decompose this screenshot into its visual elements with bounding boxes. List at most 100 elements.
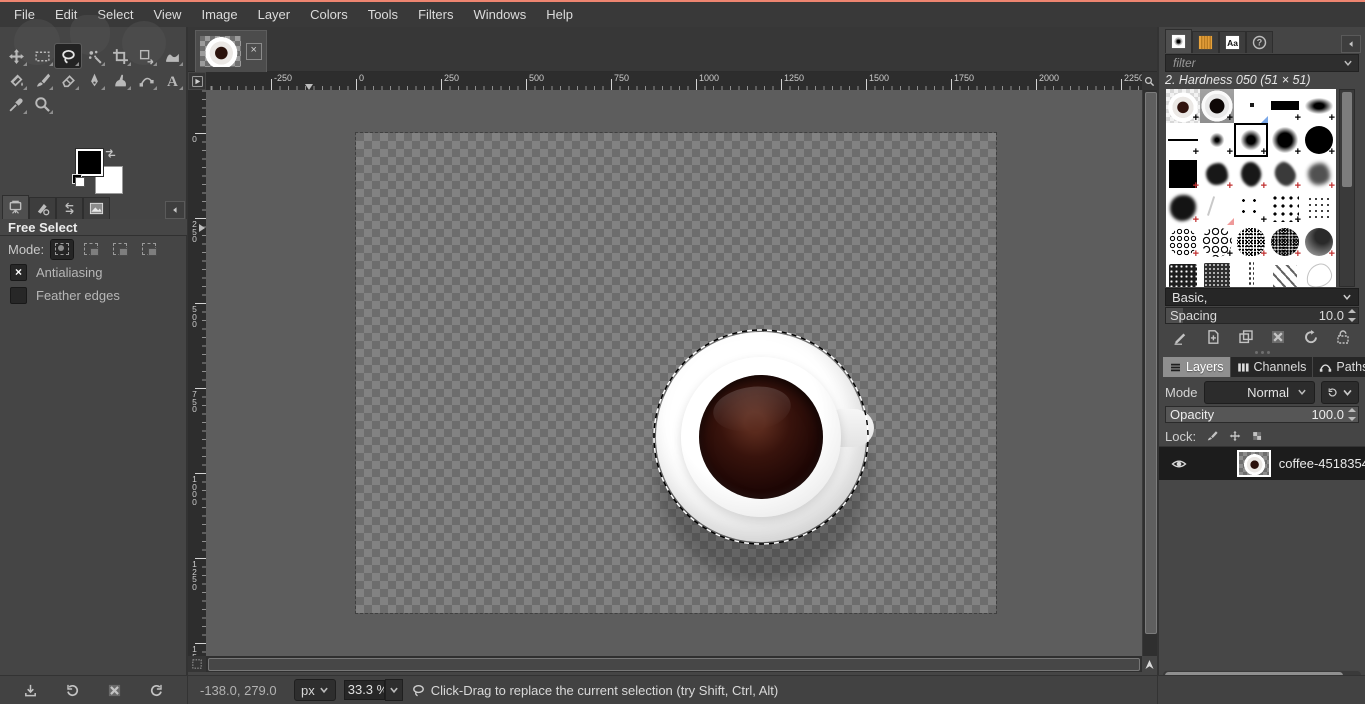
horizontal-ruler[interactable]: -2500250500750100012501500175020002250 bbox=[206, 72, 1142, 90]
layer-row[interactable]: coffee-4518354. bbox=[1159, 447, 1365, 480]
tool-unified-transform[interactable] bbox=[133, 44, 159, 68]
zoom-follow-window-button[interactable] bbox=[1142, 72, 1157, 90]
brush-thin-line[interactable]: + bbox=[1166, 123, 1200, 157]
dialog-tab-channels[interactable]: Channels bbox=[1231, 357, 1313, 377]
brush-acrylic-3[interactable]: + bbox=[1268, 157, 1302, 191]
lock-alpha-button[interactable] bbox=[1251, 429, 1265, 443]
brush-chalk-02[interactable]: + bbox=[1268, 225, 1302, 259]
lock-pixels-button[interactable] bbox=[1205, 429, 1219, 443]
vertical-ruler[interactable]: 0250500750100012501500 bbox=[188, 90, 206, 656]
dockable-tab-images[interactable] bbox=[83, 197, 110, 219]
tool-fuzzy-select[interactable] bbox=[81, 44, 107, 68]
brush-texture-01[interactable] bbox=[1166, 259, 1200, 287]
duplicate-brush-button[interactable] bbox=[1238, 329, 1254, 345]
brush-grass[interactable] bbox=[1234, 259, 1268, 287]
brushes-panel-menu-button[interactable] bbox=[1341, 35, 1361, 53]
brush-tag-dropdown[interactable]: Basic, bbox=[1165, 288, 1359, 306]
brush-hardness-050[interactable]: + bbox=[1234, 123, 1268, 157]
menu-help[interactable]: Help bbox=[536, 4, 583, 25]
dialog-tab-document-history[interactable]: ? bbox=[1246, 31, 1273, 53]
brush-acrylic-1[interactable]: + bbox=[1200, 157, 1234, 191]
image-canvas[interactable] bbox=[356, 133, 996, 613]
brush-grid-scrollbar-thumb[interactable] bbox=[1342, 92, 1352, 187]
dialog-tab-layers[interactable]: Layers bbox=[1163, 357, 1230, 377]
dockable-tab-undo-history[interactable] bbox=[56, 197, 83, 219]
open-brush-as-image-button[interactable] bbox=[1335, 329, 1351, 345]
brush-filter-input[interactable] bbox=[1171, 55, 1343, 71]
tool-bucket-fill[interactable] bbox=[3, 68, 29, 92]
menu-tools[interactable]: Tools bbox=[358, 4, 408, 25]
brush-sketch[interactable] bbox=[1302, 259, 1336, 287]
default-colors-icon[interactable] bbox=[72, 174, 85, 187]
brush-hardness-075[interactable]: + bbox=[1268, 123, 1302, 157]
brush-cell-01[interactable]: + bbox=[1166, 225, 1200, 259]
tool-color-picker[interactable] bbox=[3, 92, 29, 116]
dock-separator[interactable] bbox=[187, 27, 188, 704]
new-brush-button[interactable] bbox=[1205, 329, 1221, 345]
edit-brush-button[interactable] bbox=[1173, 329, 1189, 345]
tool-zoom[interactable] bbox=[29, 92, 55, 116]
brush-pine[interactable] bbox=[1268, 259, 1302, 287]
spacing-spinner[interactable] bbox=[1348, 309, 1357, 322]
refresh-brushes-button[interactable] bbox=[1303, 329, 1319, 345]
brush-cell-02[interactable]: + bbox=[1200, 225, 1234, 259]
reset-tool-options-button[interactable] bbox=[149, 683, 164, 698]
navigation-preview-button[interactable] bbox=[1142, 656, 1157, 672]
brush-texture-02[interactable] bbox=[1200, 259, 1234, 287]
brush-soft-ellipse[interactable]: + bbox=[1302, 89, 1336, 123]
dialog-tab-paths[interactable]: Paths bbox=[1313, 357, 1365, 377]
tool-smudge[interactable] bbox=[107, 68, 133, 92]
vertical-scrollbar[interactable] bbox=[1142, 90, 1157, 656]
menu-filters[interactable]: Filters bbox=[408, 4, 463, 25]
tool-text[interactable]: A bbox=[159, 68, 185, 92]
brush-pepper-dot[interactable] bbox=[1234, 89, 1268, 123]
feather-edges-option[interactable]: Feather edges bbox=[10, 286, 120, 304]
brush-hardness-100[interactable]: + bbox=[1302, 123, 1336, 157]
vertical-scrollbar-thumb[interactable] bbox=[1145, 92, 1157, 634]
dockable-tab-tool-options[interactable] bbox=[2, 195, 29, 219]
selection-mode-subtract[interactable] bbox=[109, 240, 131, 259]
brush-faint-stroke[interactable] bbox=[1200, 191, 1234, 225]
brush-filter-box[interactable] bbox=[1165, 54, 1359, 72]
quick-mask-toggle[interactable] bbox=[188, 656, 206, 672]
tool-ink[interactable] bbox=[81, 68, 107, 92]
dialog-tab-brushes[interactable] bbox=[1165, 29, 1192, 53]
menu-image[interactable]: Image bbox=[191, 4, 247, 25]
image-tab[interactable]: × bbox=[195, 30, 267, 72]
menu-colors[interactable]: Colors bbox=[300, 4, 358, 25]
dock-splitter-handle[interactable] bbox=[1159, 349, 1365, 355]
brush-clipboard-coffee[interactable]: + bbox=[1166, 89, 1200, 123]
brush-acrylic-2[interactable]: + bbox=[1234, 157, 1268, 191]
tool-eraser[interactable] bbox=[55, 68, 81, 92]
brush-chalk-03[interactable]: + bbox=[1302, 225, 1336, 259]
brush-scribble[interactable]: + bbox=[1166, 191, 1200, 225]
zoom-dropdown-button[interactable] bbox=[385, 679, 403, 701]
tool-warp-transform[interactable] bbox=[159, 44, 185, 68]
blend-space-switch[interactable] bbox=[1321, 381, 1359, 404]
checkbox-feather-edges[interactable] bbox=[10, 287, 27, 304]
restore-tool-preset-button[interactable] bbox=[65, 683, 80, 698]
horizontal-scrollbar-thumb[interactable] bbox=[208, 658, 1140, 671]
brush-star[interactable]: + bbox=[1166, 157, 1200, 191]
panel-menu-button[interactable] bbox=[165, 201, 185, 219]
horizontal-scrollbar[interactable] bbox=[206, 656, 1142, 672]
brush-block-bar[interactable]: + bbox=[1268, 89, 1302, 123]
brush-spacing-slider[interactable]: Spacing 10.0 bbox=[1165, 307, 1359, 324]
image-tab-close-button[interactable]: × bbox=[246, 43, 262, 60]
lock-position-button[interactable] bbox=[1228, 429, 1242, 443]
antialiasing-option[interactable]: Antialiasing bbox=[10, 263, 103, 281]
unit-dropdown[interactable]: px bbox=[294, 679, 336, 701]
brush-dots-sparse[interactable]: + bbox=[1234, 191, 1268, 225]
delete-brush-button[interactable] bbox=[1270, 329, 1286, 345]
layer-thumbnail[interactable] bbox=[1237, 450, 1271, 477]
dialog-tab-patterns[interactable] bbox=[1192, 31, 1219, 53]
foreground-color-swatch[interactable] bbox=[76, 149, 103, 176]
save-tool-preset-button[interactable] bbox=[23, 683, 38, 698]
menu-layer[interactable]: Layer bbox=[248, 4, 301, 25]
tool-crop[interactable] bbox=[107, 44, 133, 68]
brush-chalk-01[interactable]: + bbox=[1234, 225, 1268, 259]
selection-mode-add[interactable] bbox=[80, 240, 102, 259]
tool-free-select[interactable] bbox=[55, 44, 81, 68]
layer-mode-dropdown[interactable]: Normal bbox=[1204, 381, 1315, 404]
brush-dots-medium[interactable]: + bbox=[1268, 191, 1302, 225]
